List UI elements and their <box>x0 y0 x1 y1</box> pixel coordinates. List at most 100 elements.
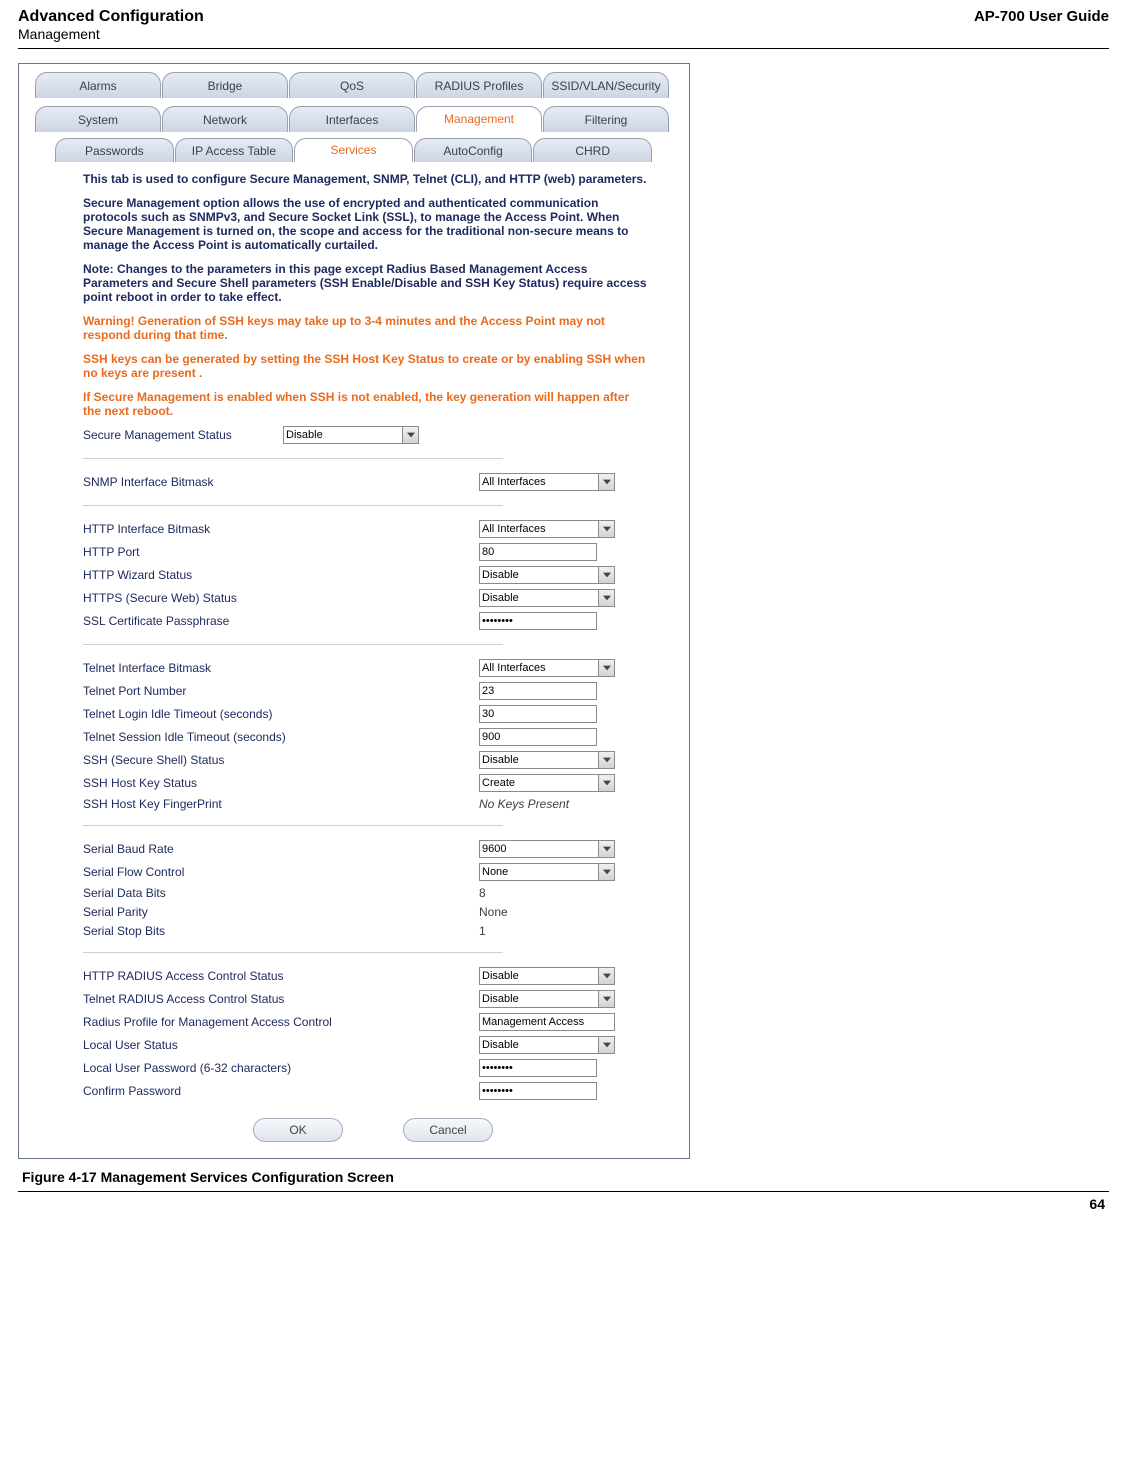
input-confirm-pwd[interactable] <box>479 1082 597 1100</box>
row-http-port: HTTP Port <box>83 543 649 561</box>
figure-caption: Figure 4-17 Management Services Configur… <box>22 1169 1105 1185</box>
input-ssl-passphrase[interactable] <box>479 612 597 630</box>
label-ssh-host-key-status: SSH Host Key Status <box>83 776 479 790</box>
tab-alarms[interactable]: Alarms <box>35 72 161 98</box>
tab-ssid-vlan-security[interactable]: SSID/VLAN/Security <box>543 72 669 98</box>
row-serial-stop-bits: Serial Stop Bits 1 <box>83 924 649 938</box>
row-telnet-interface-bitmask: Telnet Interface Bitmask <box>83 659 649 677</box>
row-secure-management-status: Secure Management Status <box>83 426 649 444</box>
divider <box>83 952 503 953</box>
select-ssh-host-key-status[interactable] <box>479 774 615 792</box>
value-serial-parity: None <box>479 905 508 919</box>
row-telnet-session-idle: Telnet Session Idle Timeout (seconds) <box>83 728 649 746</box>
row-snmp-interface-bitmask: SNMP Interface Bitmask <box>83 473 649 491</box>
subtab-ip-access-table[interactable]: IP Access Table <box>175 138 294 162</box>
label-http-wizard-status: HTTP Wizard Status <box>83 568 479 582</box>
select-http-radius[interactable] <box>479 967 615 985</box>
select-telnet-radius[interactable] <box>479 990 615 1008</box>
subtab-passwords[interactable]: Passwords <box>55 138 174 162</box>
page-number: 64 <box>0 1194 1127 1222</box>
blurb-warning: Warning! Generation of SSH keys may take… <box>83 314 649 342</box>
row-serial-flow: Serial Flow Control <box>83 863 649 881</box>
ok-button[interactable]: OK <box>253 1118 343 1142</box>
value-serial-data-bits: 8 <box>479 886 486 900</box>
sub-tab-row: Passwords IP Access Table Services AutoC… <box>55 138 653 162</box>
doc-guide: AP-700 User Guide <box>974 8 1109 42</box>
services-content: This tab is used to configure Secure Man… <box>83 172 649 1142</box>
tab-network[interactable]: Network <box>162 106 288 132</box>
label-telnet-radius: Telnet RADIUS Access Control Status <box>83 992 479 1006</box>
doc-section: Management <box>18 26 204 42</box>
select-https-status[interactable] <box>479 589 615 607</box>
row-ssh-status: SSH (Secure Shell) Status <box>83 751 649 769</box>
blurb-secure-mgmt: Secure Management option allows the use … <box>83 196 649 252</box>
label-telnet-login-idle: Telnet Login Idle Timeout (seconds) <box>83 707 479 721</box>
label-http-radius: HTTP RADIUS Access Control Status <box>83 969 479 983</box>
row-telnet-login-idle: Telnet Login Idle Timeout (seconds) <box>83 705 649 723</box>
input-http-port[interactable] <box>479 543 597 561</box>
tab-bridge[interactable]: Bridge <box>162 72 288 98</box>
select-http-wizard-status[interactable] <box>479 566 615 584</box>
label-secure-management-status: Secure Management Status <box>83 428 283 442</box>
label-telnet-session-idle: Telnet Session Idle Timeout (seconds) <box>83 730 479 744</box>
row-radius-profile: Radius Profile for Management Access Con… <box>83 1013 649 1031</box>
divider <box>83 458 503 459</box>
subtab-chrd[interactable]: CHRD <box>533 138 652 162</box>
cancel-button[interactable]: Cancel <box>403 1118 493 1142</box>
input-telnet-port[interactable] <box>479 682 597 700</box>
select-secure-management-status[interactable] <box>283 426 419 444</box>
input-radius-profile[interactable] <box>479 1013 615 1031</box>
divider <box>83 644 503 645</box>
input-local-user-pwd[interactable] <box>479 1059 597 1077</box>
label-https-status: HTTPS (Secure Web) Status <box>83 591 479 605</box>
row-ssh-fingerprint: SSH Host Key FingerPrint No Keys Present <box>83 797 649 811</box>
label-snmp-interface-bitmask: SNMP Interface Bitmask <box>83 475 479 489</box>
label-serial-parity: Serial Parity <box>83 905 479 919</box>
label-local-user-pwd: Local User Password (6-32 characters) <box>83 1061 479 1075</box>
footer-rule <box>18 1191 1109 1192</box>
button-row: OK Cancel <box>253 1118 649 1142</box>
label-ssh-fingerprint: SSH Host Key FingerPrint <box>83 797 479 811</box>
blurb-note: Note: Changes to the parameters in this … <box>83 262 649 304</box>
select-serial-baud[interactable] <box>479 840 615 858</box>
label-ssh-status: SSH (Secure Shell) Status <box>83 753 479 767</box>
blurb-reboot: If Secure Management is enabled when SSH… <box>83 390 649 418</box>
tab-management[interactable]: Management <box>416 106 542 132</box>
top-tab-row-2: System Network Interfaces Management Fil… <box>35 106 673 132</box>
value-ssh-fingerprint: No Keys Present <box>479 797 569 811</box>
tab-system[interactable]: System <box>35 106 161 132</box>
label-http-interface-bitmask: HTTP Interface Bitmask <box>83 522 479 536</box>
row-telnet-port: Telnet Port Number <box>83 682 649 700</box>
row-serial-data-bits: Serial Data Bits 8 <box>83 886 649 900</box>
tab-filtering[interactable]: Filtering <box>543 106 669 132</box>
row-serial-baud: Serial Baud Rate <box>83 840 649 858</box>
divider <box>83 825 503 826</box>
input-telnet-login-idle[interactable] <box>479 705 597 723</box>
tab-radius-profiles[interactable]: RADIUS Profiles <box>416 72 542 98</box>
subtab-autoconfig[interactable]: AutoConfig <box>414 138 533 162</box>
tab-qos[interactable]: QoS <box>289 72 415 98</box>
doc-title: Advanced Configuration <box>18 8 204 26</box>
tab-interfaces[interactable]: Interfaces <box>289 106 415 132</box>
divider <box>83 505 503 506</box>
select-ssh-status[interactable] <box>479 751 615 769</box>
select-local-user-status[interactable] <box>479 1036 615 1054</box>
row-telnet-radius: Telnet RADIUS Access Control Status <box>83 990 649 1008</box>
label-confirm-pwd: Confirm Password <box>83 1084 479 1098</box>
label-serial-flow: Serial Flow Control <box>83 865 479 879</box>
label-radius-profile: Radius Profile for Management Access Con… <box>83 1015 479 1029</box>
label-serial-baud: Serial Baud Rate <box>83 842 479 856</box>
input-telnet-session-idle[interactable] <box>479 728 597 746</box>
row-ssl-passphrase: SSL Certificate Passphrase <box>83 612 649 630</box>
select-http-interface-bitmask[interactable] <box>479 520 615 538</box>
label-serial-data-bits: Serial Data Bits <box>83 886 479 900</box>
select-snmp-interface-bitmask[interactable] <box>479 473 615 491</box>
row-http-radius: HTTP RADIUS Access Control Status <box>83 967 649 985</box>
label-local-user-status: Local User Status <box>83 1038 479 1052</box>
label-http-port: HTTP Port <box>83 545 479 559</box>
subtab-services[interactable]: Services <box>294 138 413 162</box>
row-serial-parity: Serial Parity None <box>83 905 649 919</box>
select-serial-flow[interactable] <box>479 863 615 881</box>
select-telnet-interface-bitmask[interactable] <box>479 659 615 677</box>
row-local-user-status: Local User Status <box>83 1036 649 1054</box>
